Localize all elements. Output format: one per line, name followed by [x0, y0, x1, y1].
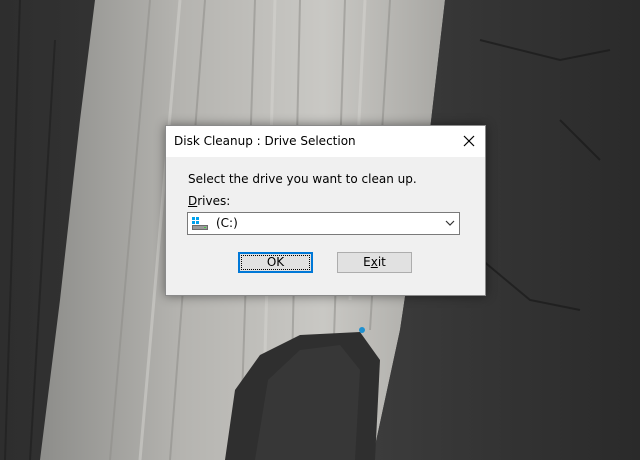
exit-label-post: it [377, 255, 386, 269]
close-button[interactable] [453, 126, 485, 157]
drives-label-rest: rives: [197, 194, 231, 208]
hard-drive-icon [192, 217, 208, 230]
drives-label-mnemonic: D [188, 194, 198, 208]
focus-rectangle [241, 255, 310, 270]
drives-label: Drives: [188, 194, 230, 208]
disk-cleanup-dialog: Disk Cleanup : Drive Selection Select th… [165, 125, 486, 296]
selected-drive: (C:) [216, 216, 238, 230]
chevron-down-icon [445, 220, 455, 226]
exit-label-pre: E [363, 255, 371, 269]
drive-select[interactable]: (C:) [187, 212, 460, 235]
close-icon [463, 135, 475, 147]
title-bar[interactable]: Disk Cleanup : Drive Selection [166, 126, 485, 157]
dialog-title: Disk Cleanup : Drive Selection [174, 134, 356, 148]
exit-label-mnemonic: x [370, 255, 378, 269]
instruction-text: Select the drive you want to clean up. [188, 172, 417, 186]
ok-button[interactable]: OK [238, 252, 313, 273]
exit-button[interactable]: Exit [337, 252, 412, 273]
